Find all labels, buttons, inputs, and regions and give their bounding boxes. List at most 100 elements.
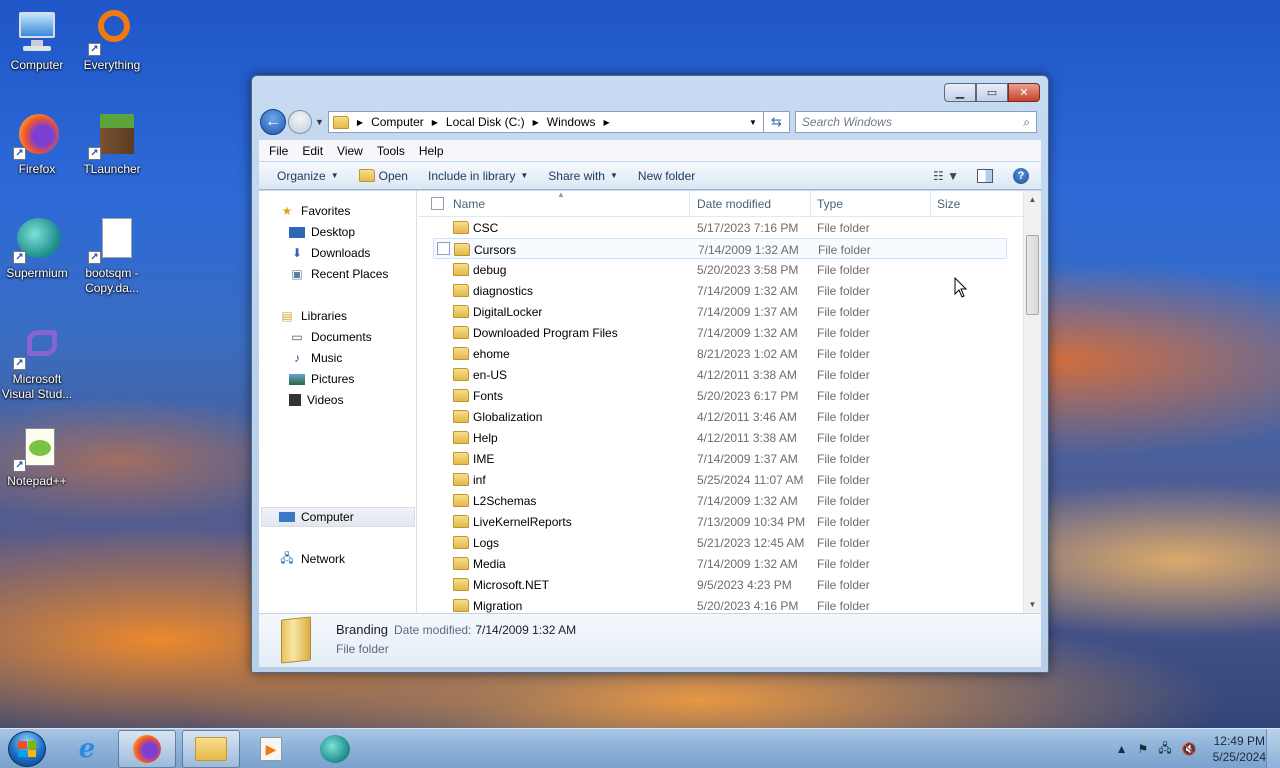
scroll-up-icon[interactable]: ▲ [1024, 191, 1041, 208]
desktop-icon-everything[interactable]: ↗ Everything [76, 8, 148, 73]
nav-documents[interactable]: ▭ Documents [289, 327, 371, 347]
organize-button[interactable]: Organize ▼ [277, 169, 339, 183]
table-row[interactable]: Globalization 4/12/2011 3:46 AM File folde… [433, 406, 1007, 427]
table-row[interactable]: diagnostics 7/14/2009 1:32 AM File folder [433, 280, 1007, 301]
breadcrumb-arrow-icon[interactable]: ▶ [432, 118, 438, 127]
new-folder-button[interactable]: New folder [638, 169, 695, 183]
menu-edit[interactable]: Edit [302, 144, 323, 158]
table-row[interactable]: IME 7/14/2009 1:37 AM File folder [433, 448, 1007, 469]
column-type[interactable]: Type [817, 197, 843, 211]
show-desktop-button[interactable] [1266, 729, 1280, 768]
table-row[interactable]: ehome 8/21/2023 1:02 AM File folder [433, 343, 1007, 364]
nav-music[interactable]: ♪ Music [289, 348, 342, 368]
column-divider[interactable] [689, 191, 690, 217]
desktop-icon-computer[interactable]: Computer [1, 8, 73, 73]
menu-view[interactable]: View [337, 144, 363, 158]
address-dropdown-icon[interactable]: ▼ [749, 118, 757, 127]
file-name: diagnostics [473, 284, 534, 298]
search-icon[interactable]: ⌕ [1023, 115, 1030, 130]
nav-favorites[interactable]: ★ Favorites [279, 201, 351, 221]
minimize-button[interactable]: ▁ [944, 83, 976, 102]
scroll-down-icon[interactable]: ▼ [1024, 596, 1041, 613]
nav-videos[interactable]: Videos [289, 390, 343, 410]
breadcrumb-computer[interactable]: Computer [371, 115, 424, 129]
column-divider[interactable] [930, 191, 931, 217]
nav-desktop[interactable]: Desktop [289, 222, 355, 242]
table-row[interactable]: LiveKernelReports 7/13/2009 10:34 PM File … [433, 511, 1007, 532]
open-label: Open [378, 168, 408, 183]
taskbar-explorer[interactable] [182, 730, 240, 768]
nav-libraries[interactable]: ▤ Libraries [279, 306, 347, 326]
menu-file[interactable]: File [269, 144, 288, 158]
table-row[interactable]: Microsoft.NET 9/5/2023 4:23 PM File folder [433, 574, 1007, 595]
table-row[interactable]: CSC 5/17/2023 7:16 PM File folder [433, 217, 1007, 238]
desktop-icon-firefox[interactable]: ↗ Firefox [1, 112, 73, 177]
search-input[interactable] [801, 115, 1024, 129]
include-in-library-button[interactable]: Include in library ▼ [428, 169, 528, 183]
table-row[interactable]: inf 5/25/2024 11:07 AM File folder [433, 469, 1007, 490]
back-button[interactable]: ← [260, 109, 286, 135]
network-tray-icon[interactable]: 🖧 [1158, 739, 1171, 760]
nav-pictures[interactable]: Pictures [289, 369, 354, 389]
table-row[interactable]: en-US 4/12/2011 3:38 AM File folder [433, 364, 1007, 385]
row-checkbox[interactable] [437, 242, 450, 255]
start-button[interactable] [8, 731, 46, 767]
maximize-button[interactable]: ▭ [976, 83, 1008, 102]
table-row[interactable]: Media 7/14/2009 1:32 AM File folder [433, 553, 1007, 574]
close-button[interactable]: ✕ [1008, 83, 1040, 102]
column-date-modified[interactable]: Date modified [697, 197, 771, 211]
action-center-flag-icon[interactable]: ⚑ [1138, 742, 1149, 756]
vertical-scrollbar[interactable]: ▲ ▼ [1023, 191, 1041, 613]
nav-computer[interactable]: Computer [279, 507, 354, 527]
menu-help[interactable]: Help [419, 144, 444, 158]
breadcrumb-local-disk[interactable]: Local Disk (C:) [446, 115, 525, 129]
column-divider[interactable] [810, 191, 811, 217]
breadcrumb-arrow-icon[interactable]: ▶ [603, 118, 609, 127]
column-size[interactable]: Size [937, 197, 960, 211]
breadcrumb-windows[interactable]: Windows [547, 115, 596, 129]
desktop-icon-notepadpp[interactable]: ↗ Notepad++ [1, 424, 73, 489]
table-row[interactable]: Logs 5/21/2023 12:45 AM File folder [433, 532, 1007, 553]
desktop-icon-bootsqm[interactable]: ↗ bootsqm - Copy.da... [76, 216, 148, 296]
file-date-modified: 4/12/2011 3:46 AM [697, 410, 797, 424]
table-row[interactable]: L2Schemas 7/14/2009 1:32 AM File folder [433, 490, 1007, 511]
taskbar-firefox[interactable] [118, 730, 176, 768]
address-bar[interactable]: ▶ Computer ▶ Local Disk (C:) ▶ Windows ▶… [327, 111, 764, 133]
file-type: File folder [817, 452, 870, 466]
desktop-icon-tlauncher[interactable]: ↗ TLauncher [76, 112, 148, 177]
breadcrumb-arrow-icon[interactable]: ▶ [357, 118, 363, 127]
table-row[interactable]: Downloaded Program Files 7/14/2009 1:32 A… [433, 322, 1007, 343]
table-row[interactable]: debug 5/20/2023 3:58 PM File folder [433, 259, 1007, 280]
recent-pages-dropdown[interactable]: ▼ [315, 117, 324, 127]
desktop-icon-supermium[interactable]: ↗ Supermium [1, 216, 73, 281]
clock[interactable]: 12:49 PM 5/25/2024 [1213, 733, 1266, 765]
forward-button[interactable] [288, 110, 312, 134]
table-row[interactable]: Migration 5/20/2023 4:16 PM File folder [433, 595, 1007, 613]
column-name[interactable]: Name [453, 197, 485, 211]
shortcut-arrow-icon: ↗ [88, 147, 101, 160]
table-row[interactable]: Help 4/12/2011 3:38 AM File folder [433, 427, 1007, 448]
open-button[interactable]: Open [358, 168, 408, 183]
change-view-icon[interactable]: ☷ ▼ [933, 169, 959, 183]
taskbar-media-player[interactable]: ▶ [242, 730, 300, 768]
refresh-button[interactable]: ⇆ [763, 111, 790, 133]
breadcrumb-arrow-icon[interactable]: ▶ [533, 118, 539, 127]
preview-pane-icon[interactable] [977, 168, 993, 183]
nav-recent-places[interactable]: ▣ Recent Places [289, 264, 388, 284]
table-row[interactable]: Fonts 5/20/2023 6:17 PM File folder [433, 385, 1007, 406]
nav-downloads[interactable]: ⬇ Downloads [289, 243, 370, 263]
taskbar-supermium[interactable] [306, 730, 364, 768]
menu-tools[interactable]: Tools [377, 144, 405, 158]
volume-muted-icon[interactable]: 🔇 [1182, 742, 1197, 756]
nav-network[interactable]: 🖧 Network [279, 549, 345, 569]
taskbar-internet-explorer[interactable]: e [58, 730, 116, 768]
share-with-button[interactable]: Share with ▼ [548, 169, 618, 183]
table-row[interactable]: DigitalLocker 7/14/2009 1:37 AM File folde… [433, 301, 1007, 322]
file-name: DigitalLocker [473, 305, 543, 319]
table-row[interactable]: Cursors 7/14/2009 1:32 AM File folder [433, 238, 1007, 259]
desktop-icon-visual-studio[interactable]: ↗ Microsoft Visual Stud... [1, 322, 73, 402]
select-all-checkbox[interactable] [431, 197, 444, 210]
help-icon[interactable]: ? [1013, 167, 1029, 184]
show-hidden-icons-icon[interactable]: ▲ [1116, 742, 1128, 756]
scroll-thumb[interactable] [1026, 235, 1039, 315]
